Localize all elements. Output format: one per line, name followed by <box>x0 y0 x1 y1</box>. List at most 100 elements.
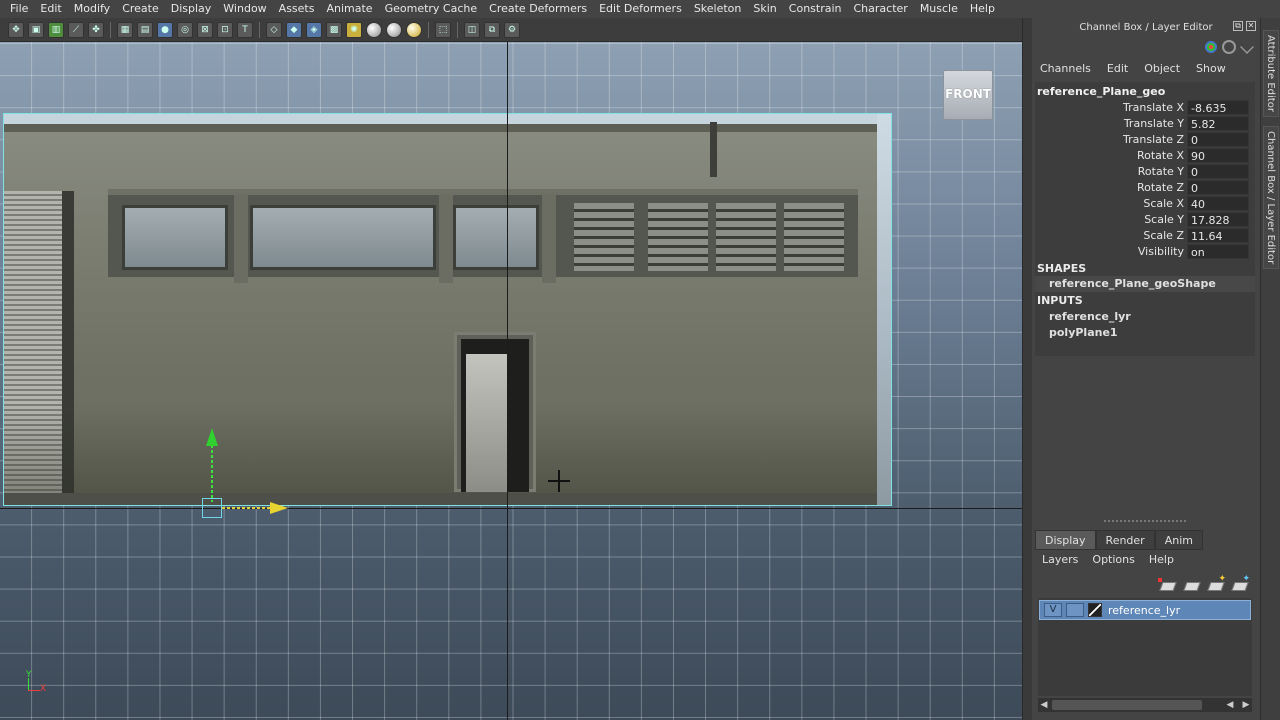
cb-menu-edit[interactable]: Edit <box>1099 60 1136 78</box>
menu-file[interactable]: File <box>0 0 34 17</box>
attr-value-field[interactable]: -8.635 <box>1187 100 1249 115</box>
smooth-shade-icon[interactable]: ◆ <box>286 21 302 38</box>
motion-blur-icon[interactable] <box>406 21 422 38</box>
channel-layer-splitter[interactable] <box>1032 518 1260 524</box>
attr-value-field[interactable]: 0 <box>1187 180 1249 195</box>
layer-list-scrollbar[interactable]: ◀ ◀ ▶ <box>1038 698 1252 712</box>
grid-icon[interactable]: ▦ <box>117 21 133 38</box>
reference-plane-image[interactable] <box>3 113 892 506</box>
menu-skin[interactable]: Skin <box>747 0 782 17</box>
layer-visibility-toggle[interactable]: V <box>1044 603 1062 617</box>
attr-label[interactable]: Visibility <box>1035 244 1187 260</box>
wireframe-on-shaded-icon[interactable]: ◈ <box>306 21 322 38</box>
xray-joints-icon[interactable]: ⧉ <box>484 21 500 38</box>
resolution-gate-icon[interactable]: ● <box>157 21 173 38</box>
move-manipulator-x-axis[interactable] <box>222 507 272 509</box>
menu-help[interactable]: Help <box>964 0 1001 17</box>
new-empty-layer-icon[interactable] <box>1206 574 1226 592</box>
menu-muscle[interactable]: Muscle <box>914 0 964 17</box>
image-plane-icon[interactable]: ⟋ <box>68 21 84 38</box>
attr-label[interactable]: Translate Z <box>1035 132 1187 148</box>
attr-label[interactable]: Translate Y <box>1035 116 1187 132</box>
attr-label[interactable]: Rotate X <box>1035 148 1187 164</box>
menu-display[interactable]: Display <box>165 0 218 17</box>
move-layer-up-icon[interactable] <box>1158 578 1176 592</box>
panel-divider[interactable] <box>1022 18 1032 720</box>
tab-render[interactable]: Render <box>1095 530 1155 550</box>
tab-channel-box-layer-editor[interactable]: Channel Box / Layer Editor <box>1263 126 1279 270</box>
bookmarks-icon[interactable]: ▥ <box>48 21 64 38</box>
attr-value-field[interactable]: 11.64 <box>1187 228 1249 243</box>
xray-icon[interactable]: ◫ <box>464 21 480 38</box>
cb-menu-object[interactable]: Object <box>1136 60 1188 78</box>
layer-name[interactable]: reference_lyr <box>1108 604 1180 617</box>
scale-mode-icon[interactable] <box>1240 40 1254 54</box>
move-manipulator-y-arrow-icon[interactable] <box>206 428 218 446</box>
shadows-icon[interactable] <box>366 21 382 38</box>
menu-geometry-cache[interactable]: Geometry Cache <box>379 0 484 17</box>
move-manipulator-y-axis[interactable] <box>211 440 213 502</box>
menu-skeleton[interactable]: Skeleton <box>688 0 748 17</box>
layer-menu-layers[interactable]: Layers <box>1035 552 1085 568</box>
screen-space-ao-icon[interactable] <box>386 21 402 38</box>
attr-label[interactable]: Translate X <box>1035 100 1187 116</box>
film-gate-icon[interactable]: ▤ <box>137 21 153 38</box>
shape-node[interactable]: reference_Plane_geoShape <box>1035 276 1255 292</box>
use-all-lights-icon[interactable]: ✺ <box>346 21 362 38</box>
layer-menu-help[interactable]: Help <box>1142 552 1181 568</box>
attr-label[interactable]: Scale X <box>1035 196 1187 212</box>
camera-settings-icon[interactable]: ⚙ <box>504 21 520 38</box>
attr-value-field[interactable]: on <box>1187 244 1249 259</box>
tab-attribute-editor[interactable]: Attribute Editor <box>1263 30 1279 117</box>
gate-mask-icon[interactable]: ◎ <box>177 21 193 38</box>
view-cube-front[interactable]: FRONT <box>943 70 993 120</box>
two-d-pan-zoom-icon[interactable]: ✤ <box>88 21 104 38</box>
manipulator-axes-icon[interactable] <box>1204 40 1218 54</box>
tab-anim[interactable]: Anim <box>1154 530 1203 550</box>
menu-window[interactable]: Window <box>217 0 272 17</box>
move-manipulator-x-arrow-icon[interactable] <box>270 502 288 514</box>
attr-value-field[interactable]: 0 <box>1187 164 1249 179</box>
attr-value-field[interactable]: 40 <box>1187 196 1249 211</box>
menu-assets[interactable]: Assets <box>273 0 321 17</box>
cb-menu-show[interactable]: Show <box>1188 60 1234 78</box>
new-layer-from-selection-icon[interactable] <box>1230 574 1250 592</box>
layer-menu-options[interactable]: Options <box>1085 552 1141 568</box>
attr-label[interactable]: Rotate Z <box>1035 180 1187 196</box>
menu-edit-deformers[interactable]: Edit Deformers <box>593 0 688 17</box>
attr-label[interactable]: Scale Y <box>1035 212 1187 228</box>
selected-object-name[interactable]: reference_Plane_geo <box>1037 85 1165 98</box>
attr-label[interactable]: Rotate Y <box>1035 164 1187 180</box>
isolate-select-icon[interactable]: ⬚ <box>435 21 451 38</box>
rotate-mode-icon[interactable] <box>1222 40 1236 54</box>
textured-icon[interactable]: ▩ <box>326 21 342 38</box>
layer-color-swatch-icon[interactable] <box>1088 603 1102 617</box>
tab-display[interactable]: Display <box>1035 530 1096 550</box>
layer-playback-toggle[interactable] <box>1066 603 1084 617</box>
camera-attributes-icon[interactable]: ▣ <box>28 21 44 38</box>
select-camera-icon[interactable]: ✥ <box>8 21 24 38</box>
menu-modify[interactable]: Modify <box>68 0 116 17</box>
float-panel-icon[interactable]: ⧉ <box>1233 21 1243 31</box>
safe-title-icon[interactable]: T <box>237 21 253 38</box>
menu-animate[interactable]: Animate <box>320 0 378 17</box>
attr-value-field[interactable]: 90 <box>1187 148 1249 163</box>
attr-value-field[interactable]: 0 <box>1187 132 1249 147</box>
close-panel-icon[interactable]: ✕ <box>1246 21 1256 31</box>
safe-action-icon[interactable]: ⊡ <box>217 21 233 38</box>
move-manipulator-center-handle[interactable] <box>202 498 222 518</box>
scroll-right-icon[interactable]: ▶ <box>1240 698 1252 712</box>
menu-character[interactable]: Character <box>848 0 914 17</box>
menu-edit[interactable]: Edit <box>34 0 67 17</box>
scroll-thumb[interactable] <box>1052 700 1202 710</box>
cb-menu-channels[interactable]: Channels <box>1032 60 1099 78</box>
viewport-front[interactable]: FRONT Y X <box>0 42 1022 720</box>
input-node[interactable]: reference_lyr <box>1049 310 1131 323</box>
menu-create[interactable]: Create <box>116 0 165 17</box>
scroll-left-icon[interactable]: ◀ <box>1038 698 1050 712</box>
input-node[interactable]: polyPlane1 <box>1049 326 1118 339</box>
attr-label[interactable]: Scale Z <box>1035 228 1187 244</box>
menu-constrain[interactable]: Constrain <box>783 0 848 17</box>
layer-row[interactable]: V reference_lyr <box>1039 600 1251 620</box>
move-layer-down-icon[interactable] <box>1182 578 1200 592</box>
